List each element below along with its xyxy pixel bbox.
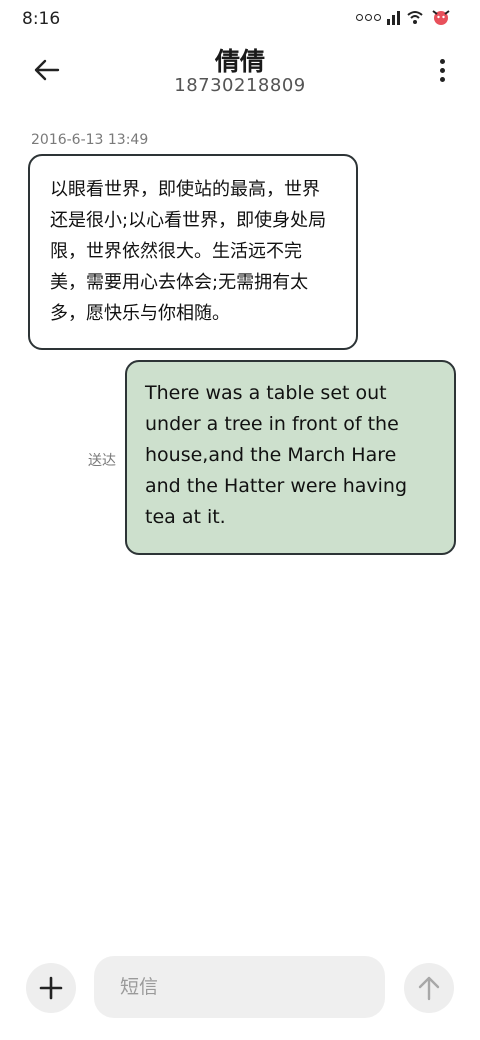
sent-message-text: There was a table set out under a tree i… [145,382,408,528]
sent-message-bubble[interactable]: There was a table set out under a tree i… [125,360,456,555]
message-input[interactable] [94,956,385,1018]
status-icons [356,8,452,26]
more-vertical-icon [439,58,445,64]
message-timestamp: 2016-6-13 13:49 [31,132,149,148]
message-composer [0,950,480,1030]
battery-icon [432,10,450,25]
contact-number: 18730218809 [174,75,306,96]
received-message-bubble[interactable]: 以眼看世界，即使站的最高，世界还是很小;以心看世界，即使身处局限，世界依然很大。… [28,154,358,350]
add-attachment-button[interactable] [26,963,76,1013]
status-time: 8:16 [22,9,61,29]
sent-status: 送达 [88,453,116,469]
status-bar: 8:16 [0,0,480,40]
wifi-icon [407,11,423,24]
signal-bars-icon [387,9,400,25]
messaging-screen: 8:16 倩倩 18730218809 2016-6-13 13:49 以眼看世… [0,0,480,1040]
signal-icon [356,13,381,21]
contact-name: 倩倩 [214,47,265,76]
conversation-header: 倩倩 18730218809 [0,40,480,110]
more-options-button[interactable] [432,52,452,88]
plus-icon [39,976,63,1000]
send-button[interactable] [404,963,454,1013]
received-message-text: 以眼看世界，即使站的最高，世界还是很小;以心看世界，即使身处局限，世界依然很大。… [50,179,327,324]
arrow-up-icon [418,976,440,1001]
